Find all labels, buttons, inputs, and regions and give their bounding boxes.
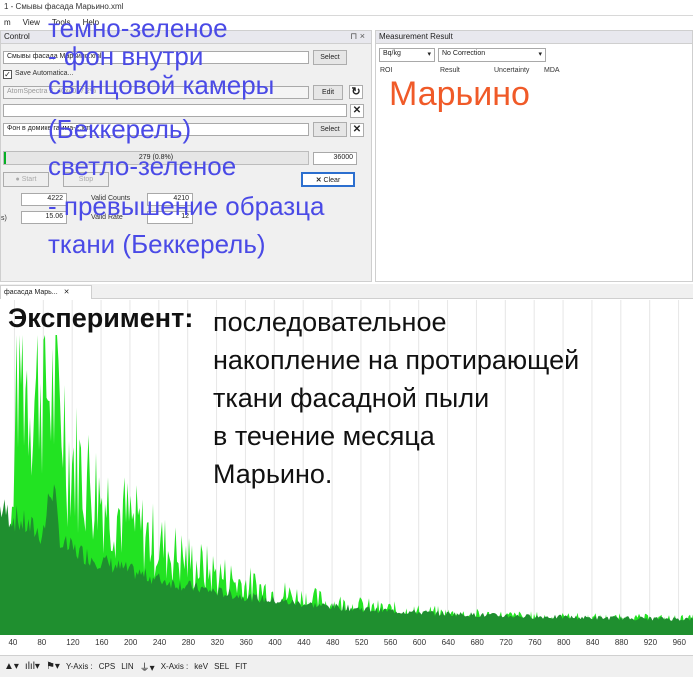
select-background-button[interactable]: Select xyxy=(313,122,347,137)
close-background-icon[interactable]: ✕ xyxy=(350,123,364,137)
chevron-down-icon: ▾ xyxy=(427,51,431,58)
smoothing-icon[interactable]: ⏚▾ xyxy=(140,659,155,674)
clear-icon: ✕ xyxy=(315,177,322,184)
start-button[interactable]: ● Start xyxy=(3,172,49,187)
x-tick-label: 600 xyxy=(413,638,427,647)
sel-toggle[interactable]: SEL xyxy=(214,662,229,671)
legend-line: (Беккерель) xyxy=(48,114,192,144)
clear-button[interactable]: ✕ Clear xyxy=(301,172,355,187)
experiment-line: Марьино. xyxy=(213,459,333,489)
menu-item-view[interactable]: View xyxy=(23,18,40,28)
x-tick-label: 160 xyxy=(95,638,109,647)
legend-line: - фон внутри xyxy=(48,41,204,71)
x-tick-label: 920 xyxy=(644,638,658,647)
x-tick-label: 880 xyxy=(615,638,629,647)
unit-select-value: Bq/kg xyxy=(383,50,401,57)
x-tick-label: 80 xyxy=(37,638,46,647)
x-tick-label: 840 xyxy=(586,638,600,647)
experiment-label: Эксперимент: xyxy=(8,303,194,333)
x-tick-label: 720 xyxy=(499,638,513,647)
x-tick-label: 280 xyxy=(182,638,196,647)
x-axis-label: X-Axis : xyxy=(160,662,189,671)
x-tick-label: 960 xyxy=(673,638,687,647)
marker-icon[interactable]: ⚑▾ xyxy=(46,661,60,672)
x-tick-label: 240 xyxy=(153,638,167,647)
experiment-line: накопление на протирающей xyxy=(213,345,580,375)
y-axis-label: Y-Axis : xyxy=(65,662,93,671)
experiment-line: последовательное xyxy=(213,307,447,337)
menu-item-file[interactable]: m xyxy=(4,18,11,28)
start-label: Start xyxy=(21,176,37,183)
x-tick-label: 760 xyxy=(528,638,542,647)
legend-line: ткани (Беккерель) xyxy=(48,229,266,259)
column-uncertainty: Uncertainty xyxy=(494,67,530,74)
x-tick-label: 120 xyxy=(66,638,80,647)
refresh-icon[interactable]: ↻ xyxy=(349,85,363,99)
column-result: Result xyxy=(440,67,460,74)
lin-toggle[interactable]: LIN xyxy=(121,662,133,671)
experiment-line: ткани фасадной пыли xyxy=(213,383,490,413)
x-tick-label: 320 xyxy=(211,638,225,647)
x-tick-label: 200 xyxy=(124,638,138,647)
tab-spectrum[interactable]: фасасда Марь... ✕ xyxy=(0,285,92,299)
rate-prefix-label: s) xyxy=(1,215,7,222)
x-unit-select[interactable]: keV xyxy=(194,662,208,671)
close-icon[interactable]: ✕ xyxy=(350,104,364,118)
document-tabstrip: фасасда Марь... ✕ xyxy=(0,284,693,299)
select-spectrum-button[interactable]: Select xyxy=(313,50,347,65)
close-tab-icon[interactable]: ✕ xyxy=(64,289,70,296)
measurement-panel: Measurement Result Bq/kg ▾ No Correction… xyxy=(375,30,693,282)
location-annotation: Марьино xyxy=(389,75,530,113)
chart-toolbar: ▲▾ ılıl▾ ⚑▾ Y-Axis : CPS LIN ⏚▾ X-Axis :… xyxy=(0,655,693,677)
save-automatically-checkbox[interactable]: ✓ xyxy=(3,70,12,79)
column-roi: ROI xyxy=(380,67,393,74)
x-tick-label: 680 xyxy=(470,638,484,647)
control-panel-title: Control xyxy=(4,32,30,41)
correction-select[interactable]: No Correction ▾ xyxy=(438,48,546,62)
y-unit-select[interactable]: CPS xyxy=(99,662,115,671)
x-tick-label: 40 xyxy=(8,638,17,647)
pin-icon[interactable]: ⊓ × xyxy=(350,31,365,42)
x-tick-label: 440 xyxy=(297,638,311,647)
edit-device-button[interactable]: Edit xyxy=(313,85,343,100)
legend-line: светло-зеленое xyxy=(48,151,237,181)
legend-line: свинцовой камеры xyxy=(48,70,275,100)
x-tick-label: 360 xyxy=(239,638,253,647)
unit-select[interactable]: Bq/kg ▾ xyxy=(379,48,435,62)
time-target-field[interactable]: 36000 xyxy=(313,152,357,165)
fit-toggle[interactable]: FIT xyxy=(235,662,247,671)
column-mda: MDA xyxy=(544,67,560,74)
chevron-down-icon: ▾ xyxy=(538,51,542,58)
peak-icon[interactable]: ▲▾ xyxy=(4,661,19,672)
x-tick-label: 800 xyxy=(557,638,571,647)
x-tick-label: 480 xyxy=(326,638,340,647)
legend-line: - превышение образца xyxy=(48,191,325,221)
x-tick-label: 640 xyxy=(442,638,456,647)
x-tick-label: 400 xyxy=(268,638,282,647)
x-tick-label: 520 xyxy=(355,638,369,647)
histogram-icon[interactable]: ılıl▾ xyxy=(25,661,40,672)
correction-select-value: No Correction xyxy=(442,50,486,57)
x-tick-label: 560 xyxy=(384,638,398,647)
experiment-line: в течение месяца xyxy=(213,421,435,451)
background-spectrum-series xyxy=(0,484,693,635)
measurement-panel-header: Measurement Result xyxy=(376,31,692,44)
tab-spectrum-label: фасасда Марь... xyxy=(4,289,58,296)
experiment-description: последовательное накопление на протирающ… xyxy=(213,303,579,493)
clear-label: Clear xyxy=(323,177,341,184)
start-icon: ● xyxy=(15,176,20,183)
